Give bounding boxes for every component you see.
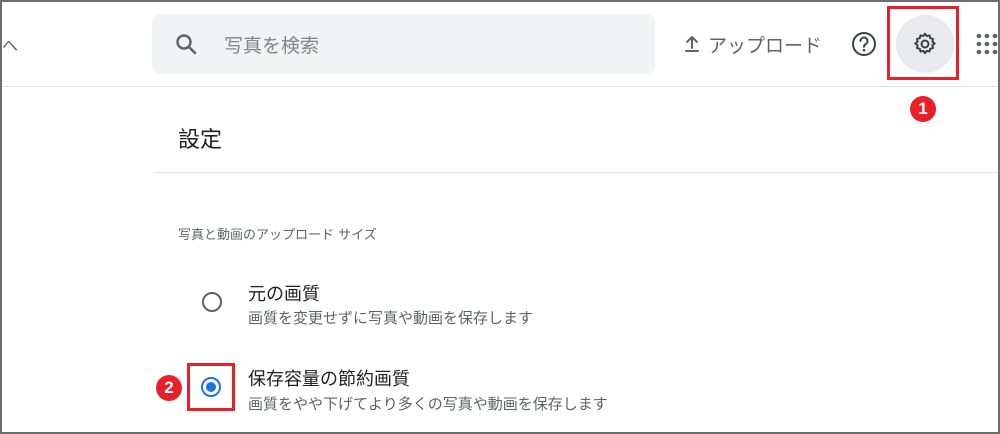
- top-bar: 写真を検索 アップロード: [2, 2, 998, 87]
- radio-highlight-box: [187, 363, 235, 411]
- option-title: 元の画質: [248, 284, 320, 305]
- page-title: 設定: [178, 128, 223, 153]
- option-description: 画質をやや下げてより多くの写真や動画を保存します: [248, 395, 608, 413]
- step-badge-2: 2: [156, 375, 182, 401]
- search-icon: [176, 34, 197, 55]
- settings-highlight-box: [887, 6, 959, 80]
- option-description: 画質を変更せずに写真や動画を保存します: [248, 309, 534, 327]
- apps-grid-icon[interactable]: [976, 32, 998, 56]
- divider: [155, 172, 998, 173]
- upload-icon: [685, 36, 699, 52]
- search-box[interactable]: 写真を検索: [152, 14, 655, 74]
- upload-button[interactable]: アップロード: [682, 29, 822, 59]
- original-quality-radio[interactable]: [202, 292, 222, 312]
- screenshot-frame: へ 写真を検索 アップロード 1 設定 写真と動画のアップロード サイズ 元の画…: [0, 0, 1000, 434]
- step-badge-1: 1: [910, 96, 936, 122]
- upload-label: アップロード: [708, 34, 823, 57]
- search-input[interactable]: 写真を検索: [224, 31, 319, 58]
- upload-size-section-label: 写真と動画のアップロード サイズ: [178, 228, 377, 243]
- help-circle-icon[interactable]: [851, 31, 877, 57]
- option-title: 保存容量の節約画質: [248, 369, 410, 390]
